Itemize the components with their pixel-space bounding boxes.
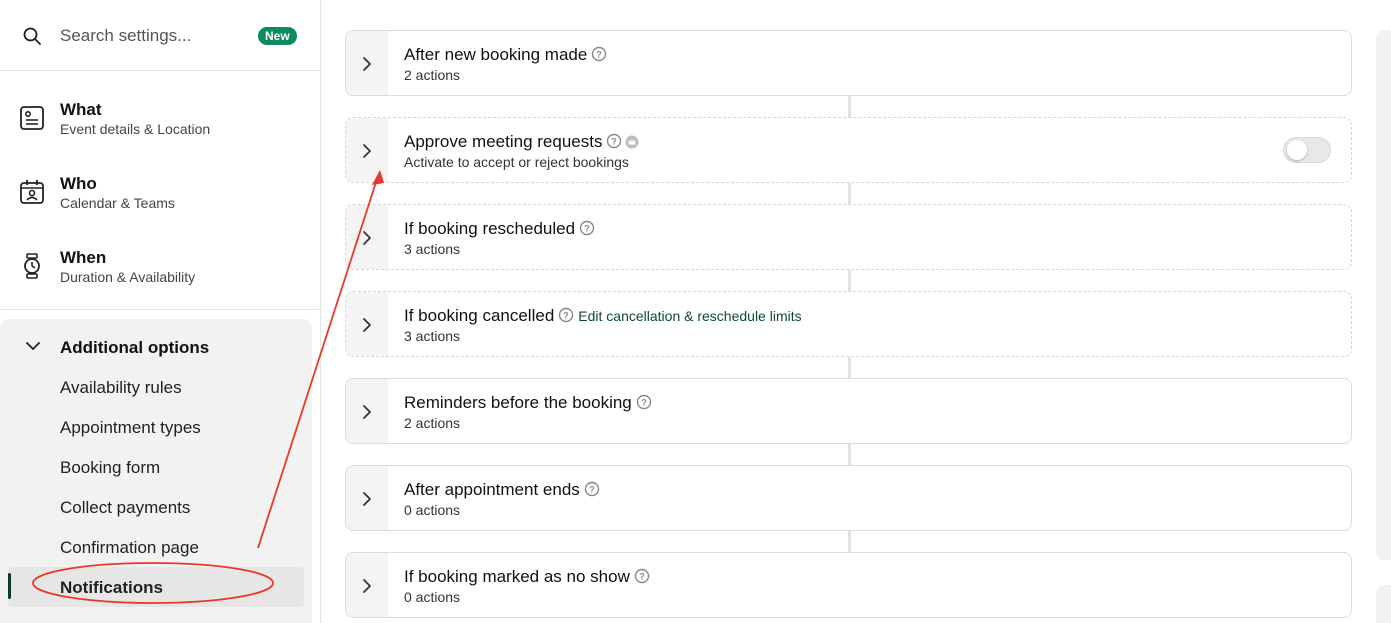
flow-connector <box>848 183 851 205</box>
event-details-icon <box>20 106 44 130</box>
chevron-right-icon <box>363 579 371 593</box>
card-title-text: Approve meeting requests <box>404 132 603 151</box>
side-panel-edge <box>1376 585 1391 623</box>
active-indicator <box>8 573 11 599</box>
additional-options-label: Additional options <box>60 338 210 357</box>
card-subtitle: 0 actions <box>404 589 461 605</box>
expand-button[interactable] <box>346 553 388 617</box>
workflow-card-cancelled[interactable]: If booking cancelled? Edit cancellation &… <box>345 291 1352 357</box>
card-title: Approve meeting requests? <box>404 132 639 152</box>
premium-crown-icon <box>625 135 639 149</box>
help-icon[interactable]: ? <box>636 394 652 410</box>
sidebar-item-appointment-types[interactable]: Appointment types <box>60 418 201 438</box>
card-title: After new booking made? <box>404 45 607 65</box>
nav-what-title: What <box>60 100 102 119</box>
notifications-main: After new booking made? 2 actions Approv… <box>321 0 1391 623</box>
expand-button[interactable] <box>346 379 388 443</box>
chevron-right-icon <box>363 144 371 158</box>
sidebar-item-availability-rules[interactable]: Availability rules <box>60 378 182 398</box>
workflow-card-reminders[interactable]: Reminders before the booking? 2 actions <box>345 378 1352 444</box>
additional-options-panel: Additional options Availability rules Ap… <box>0 319 312 623</box>
card-title: Reminders before the booking? <box>404 393 652 413</box>
watch-icon <box>24 253 40 279</box>
side-panel-edge <box>1376 30 1391 560</box>
card-subtitle: 0 actions <box>404 502 461 518</box>
nav-when-title: When <box>60 248 107 267</box>
svg-text:?: ? <box>612 137 618 147</box>
chevron-right-icon <box>363 231 371 245</box>
calendar-person-icon <box>20 180 44 204</box>
chevron-right-icon <box>363 405 371 419</box>
help-icon[interactable]: ? <box>558 307 574 323</box>
sidebar-item-booking-form[interactable]: Booking form <box>60 458 160 478</box>
svg-text:?: ? <box>597 50 603 60</box>
card-subtitle: Activate to accept or reject bookings <box>404 154 629 170</box>
sidebar-item-collect-payments[interactable]: Collect payments <box>60 498 190 518</box>
workflow-card-rescheduled[interactable]: If booking rescheduled? 3 actions <box>345 204 1352 270</box>
card-title-text: If booking cancelled <box>404 306 555 325</box>
search-input[interactable]: Search settings... <box>60 26 191 46</box>
card-title-text: If booking rescheduled <box>404 219 576 238</box>
workflow-card-approve-requests[interactable]: Approve meeting requests? Activate to ac… <box>345 117 1352 183</box>
workflow-card-after-appointment[interactable]: After appointment ends? 0 actions <box>345 465 1352 531</box>
flow-connector <box>848 96 851 118</box>
nav-who-title: Who <box>60 174 97 193</box>
additional-options-toggle[interactable]: Additional options <box>0 335 312 359</box>
svg-text:?: ? <box>589 485 595 495</box>
svg-text:?: ? <box>639 572 645 582</box>
help-icon[interactable]: ? <box>634 568 650 584</box>
card-title: If booking marked as no show? <box>404 567 650 587</box>
card-subtitle: 3 actions <box>404 328 461 344</box>
nav-item-what[interactable]: What Event details & Location <box>0 98 320 172</box>
card-subtitle: 3 actions <box>404 241 461 257</box>
edit-cancellation-limits-link[interactable]: Edit cancellation & reschedule limits <box>578 308 801 324</box>
chevron-right-icon <box>363 318 371 332</box>
approve-requests-toggle[interactable] <box>1283 137 1331 163</box>
expand-button[interactable] <box>346 466 388 530</box>
chevron-right-icon <box>363 492 371 506</box>
flow-connector <box>848 444 851 466</box>
card-title: After appointment ends? <box>404 480 600 500</box>
svg-text:?: ? <box>564 311 570 321</box>
nav-who-subtitle: Calendar & Teams <box>60 195 175 211</box>
flow-connector <box>848 357 851 379</box>
sidebar-item-confirmation-page[interactable]: Confirmation page <box>60 538 199 558</box>
chevron-down-icon <box>26 342 40 350</box>
svg-text:?: ? <box>584 224 590 234</box>
nav-what-subtitle: Event details & Location <box>60 121 211 137</box>
expand-button[interactable] <box>346 118 388 182</box>
card-title-text: Reminders before the booking <box>404 393 632 412</box>
workflow-card-no-show[interactable]: If booking marked as no show? 0 actions <box>345 552 1352 618</box>
card-subtitle: 2 actions <box>404 415 461 431</box>
svg-text:?: ? <box>641 398 647 408</box>
card-title: If booking rescheduled? <box>404 219 595 239</box>
sidebar-item-notifications[interactable]: Notifications <box>60 578 163 598</box>
new-badge: New <box>258 27 297 45</box>
help-icon[interactable]: ? <box>579 220 595 236</box>
card-subtitle: 2 actions <box>404 67 461 83</box>
card-title-text: If booking marked as no show <box>404 567 630 586</box>
chevron-right-icon <box>363 57 371 71</box>
flow-connector <box>848 270 851 292</box>
expand-button[interactable] <box>346 31 388 95</box>
nav-when-subtitle: Duration & Availability <box>60 269 196 285</box>
expand-button[interactable] <box>346 292 388 356</box>
nav-item-who[interactable]: Who Calendar & Teams <box>0 172 320 246</box>
card-title-text: After appointment ends <box>404 480 580 499</box>
flow-connector <box>848 531 851 553</box>
toggle-knob <box>1287 140 1307 160</box>
help-icon[interactable]: ? <box>606 133 622 149</box>
help-icon[interactable]: ? <box>591 46 607 62</box>
search-bar[interactable]: Search settings... New <box>0 0 320 71</box>
card-title-text: After new booking made <box>404 45 588 64</box>
workflow-card-new-booking[interactable]: After new booking made? 2 actions <box>345 30 1352 96</box>
card-title: If booking cancelled? Edit cancellation &… <box>404 306 802 326</box>
expand-button[interactable] <box>346 205 388 269</box>
sidebar-divider <box>0 309 320 310</box>
search-icon <box>23 27 41 45</box>
settings-sidebar: Search settings... New What Event detail… <box>0 0 321 623</box>
help-icon[interactable]: ? <box>584 481 600 497</box>
